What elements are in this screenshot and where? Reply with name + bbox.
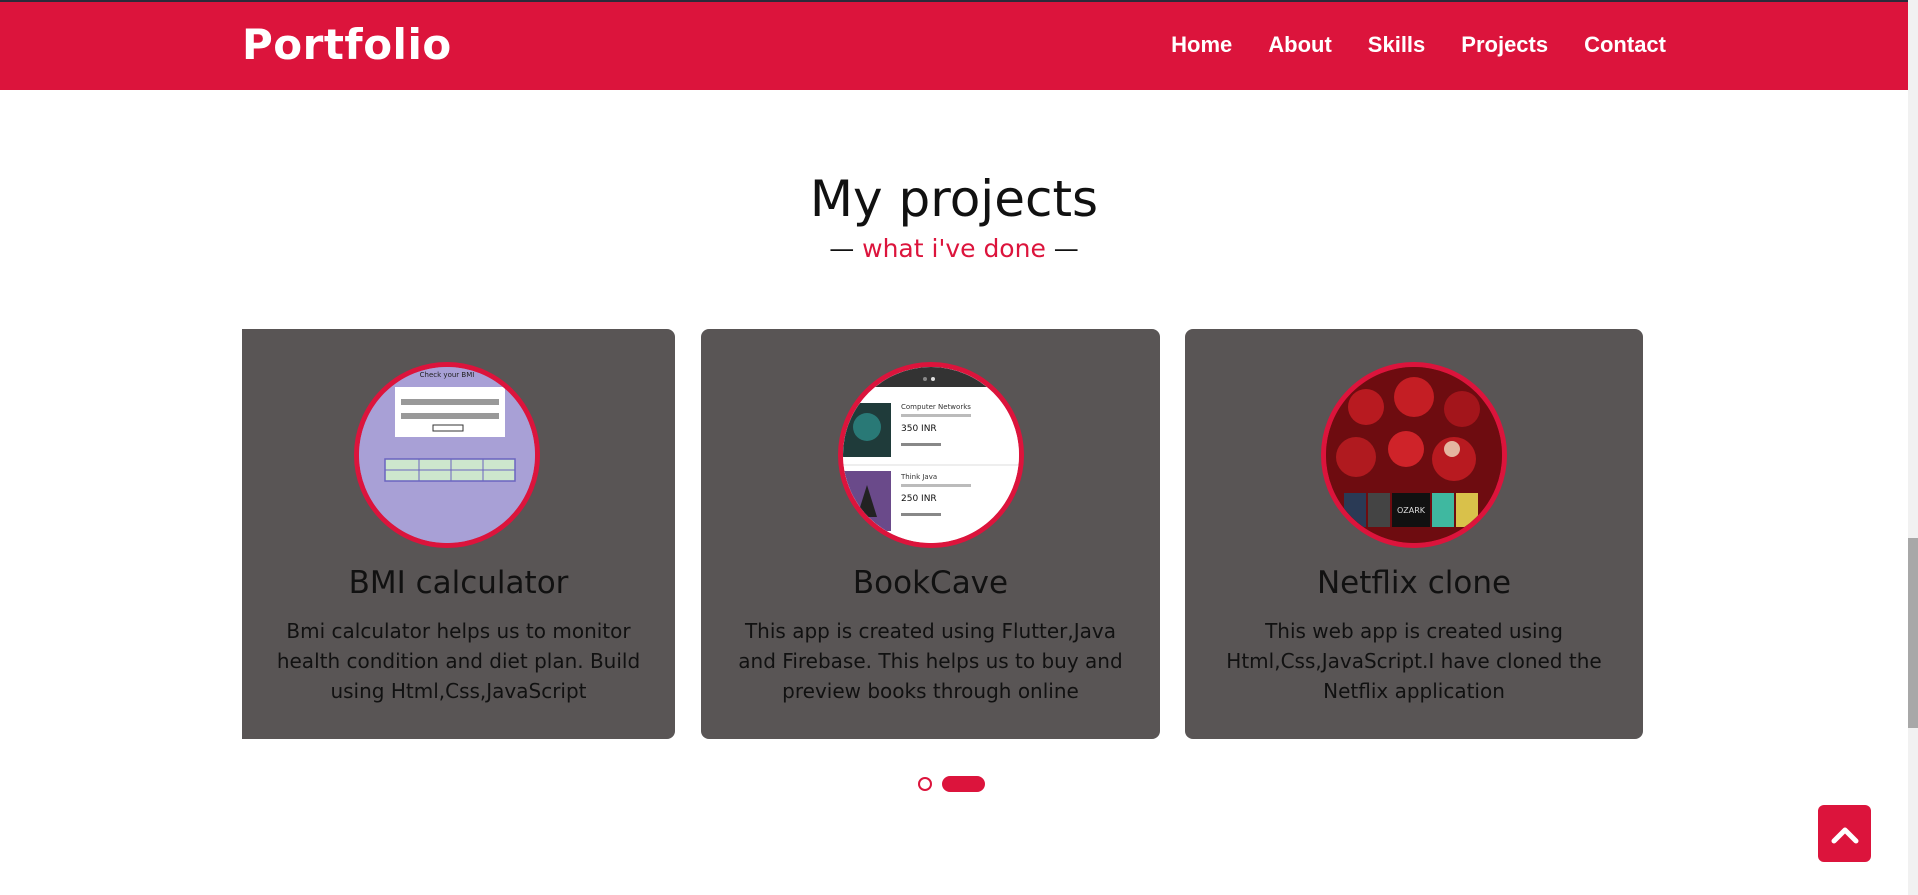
section-subtitle: — what i've done — (0, 234, 1908, 263)
nav-link-skills[interactable]: Skills (1368, 32, 1425, 58)
nav-menu: Home About Skills Projects Contact (1171, 32, 1666, 58)
carousel-dot-2[interactable] (942, 776, 985, 792)
navbar: Portfolio Home About Skills Projects Con… (0, 2, 1908, 90)
back-to-top-button[interactable] (1818, 805, 1871, 862)
chevron-up-icon (1831, 827, 1858, 843)
project-card-bookcave[interactable]: Computer Networks 350 INR Think Java 250… (701, 329, 1160, 739)
book1-name: Computer Networks (901, 403, 971, 411)
nav-link-home[interactable]: Home (1171, 32, 1232, 58)
scrollbar-thumb[interactable] (1908, 538, 1918, 728)
project-description: This web app is created using Html,Css,J… (1226, 619, 1602, 703)
subtitle-accent: what i've done (862, 234, 1046, 263)
project-description: Bmi calculator helps us to monitor healt… (276, 619, 641, 703)
netflix-thumbnail: OZARK (1321, 362, 1507, 548)
nav-link-about[interactable]: About (1268, 32, 1332, 58)
bmi-screenshot-image: Check your BMI (359, 367, 535, 543)
project-title: Netflix clone (1316, 565, 1512, 601)
carousel-dots (918, 776, 985, 792)
book1-price: 350 INR (901, 424, 937, 434)
netflix-thumb-title: OZARK (1397, 506, 1426, 515)
bmi-thumbnail: Check your BMI (354, 362, 540, 548)
nav-link-contact[interactable]: Contact (1584, 32, 1666, 58)
book2-price: 250 INR (901, 494, 937, 504)
projects-carousel: Check your BMI BMI calculator Bmi calcul… (0, 329, 1908, 739)
bmi-thumb-heading: Check your BMI (420, 371, 475, 379)
subtitle-dash-right: — (1045, 234, 1079, 263)
bookcave-thumbnail: Computer Networks 350 INR Think Java 250… (838, 362, 1024, 548)
netflix-screenshot-image: OZARK (1326, 367, 1502, 543)
bookcave-screenshot-image: Computer Networks 350 INR Think Java 250… (843, 367, 1019, 543)
project-card-bmi[interactable]: Check your BMI BMI calculator Bmi calcul… (242, 329, 675, 739)
project-title: BookCave (852, 565, 1009, 601)
carousel-dot-1[interactable] (918, 777, 932, 791)
project-card-netflix[interactable]: OZARK Netflix clone This web app is crea… (1185, 329, 1643, 739)
subtitle-dash-left: — (829, 234, 863, 263)
site-logo[interactable]: Portfolio (242, 20, 452, 69)
section-title: My projects (809, 170, 1099, 228)
nav-link-projects[interactable]: Projects (1461, 32, 1548, 58)
book2-name: Think Java (900, 473, 937, 481)
project-title: BMI calculator (348, 565, 569, 601)
scrollbar-track[interactable] (1908, 0, 1918, 895)
project-description: This app is created using Flutter,Java a… (738, 619, 1123, 703)
